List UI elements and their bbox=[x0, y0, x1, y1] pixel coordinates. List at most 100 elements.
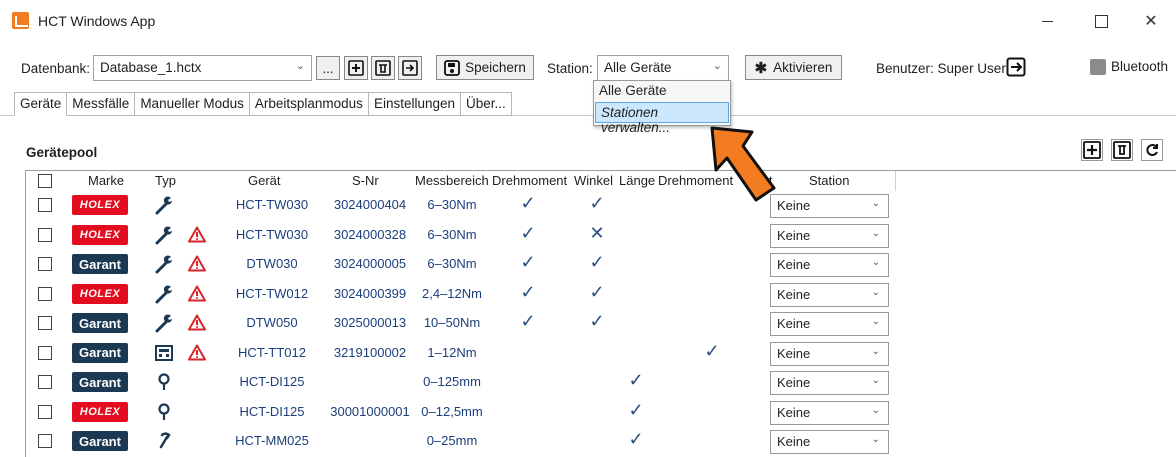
maximize-button[interactable] bbox=[1078, 0, 1124, 42]
check-icon: ✓ bbox=[628, 429, 644, 449]
check-icon: ✓ bbox=[589, 193, 605, 213]
delete-device-button[interactable] bbox=[1111, 139, 1133, 161]
bluetooth-toggle[interactable] bbox=[1090, 59, 1106, 75]
device-name-cell[interactable]: DTW050 bbox=[229, 315, 315, 330]
device-name-cell[interactable]: HCT-TW012 bbox=[229, 286, 315, 301]
column-header-geraet[interactable]: Gerät bbox=[248, 173, 281, 188]
range-cell: 0–25mm bbox=[426, 433, 478, 448]
column-header-winkel[interactable]: Winkel bbox=[574, 173, 613, 188]
station-select[interactable]: Keine ⌄ bbox=[770, 312, 889, 336]
check-icon: ✓ bbox=[520, 252, 536, 272]
add-database-button[interactable] bbox=[344, 56, 368, 80]
window-title: HCT Windows App bbox=[38, 13, 156, 29]
serial-cell: 3025000013 bbox=[333, 315, 407, 330]
table-row[interactable]: HOLEX HCT-TW030 3024000328 6–30Nm ✓ ✕ Keine ⌄ bbox=[26, 221, 1176, 250]
station-select[interactable]: Keine ⌄ bbox=[770, 341, 889, 366]
delete-database-button[interactable] bbox=[371, 56, 395, 80]
device-name-cell[interactable]: HCT-TW030 bbox=[229, 197, 315, 212]
select-all-checkbox[interactable] bbox=[38, 174, 52, 188]
column-header-snr[interactable]: S-Nr bbox=[352, 173, 379, 188]
column-header-messbereich[interactable]: Messbereich bbox=[415, 173, 489, 188]
row-checkbox[interactable] bbox=[38, 375, 52, 389]
close-button[interactable]: ✕ bbox=[1128, 0, 1174, 42]
device-name-cell[interactable]: HCT-MM025 bbox=[229, 433, 315, 448]
check-icon: ✓ bbox=[589, 311, 605, 331]
table-row[interactable]: Garant HCT-TT012 3219100002 1–12Nm ✓ Keine ⌄ bbox=[26, 339, 1176, 368]
cross-icon: ✕ bbox=[589, 222, 605, 243]
station-select[interactable]: Keine ⌄ bbox=[770, 194, 889, 218]
dial-indicator-icon bbox=[154, 402, 174, 422]
table-row[interactable]: HOLEX HCT-TW012 3024000399 2,4–12Nm ✓ ✓ Keine ⌄ bbox=[26, 280, 1176, 309]
row-checkbox[interactable] bbox=[38, 345, 52, 360]
serial-cell: 3024000328 bbox=[333, 226, 407, 242]
browse-label: ... bbox=[322, 60, 334, 76]
station-label: Station: bbox=[547, 61, 593, 76]
table-row[interactable]: Garant DTW050 3025000013 10–50Nm ✓ ✓ Keine ⌄ bbox=[26, 309, 1176, 338]
header-divider bbox=[895, 171, 896, 191]
table-row[interactable]: Garant HCT-MM025 0–25mm ✓ Keine ⌄ bbox=[26, 427, 1176, 456]
station-select[interactable]: Alle Geräte ⌄ bbox=[597, 55, 729, 81]
column-header-typ[interactable]: Typ bbox=[155, 173, 176, 188]
check-icon: ✓ bbox=[520, 311, 536, 331]
tab-ueber[interactable]: Über... bbox=[461, 92, 512, 116]
column-header-station[interactable]: Station bbox=[809, 173, 849, 188]
device-name-cell[interactable]: HCT-DI125 bbox=[229, 404, 315, 419]
check-icon: ✓ bbox=[520, 193, 536, 213]
table-row[interactable]: Garant HCT-DI125 0–125mm ✓ Keine ⌄ bbox=[26, 368, 1176, 397]
station-select[interactable]: Keine ⌄ bbox=[770, 400, 889, 425]
column-header-drehmoment[interactable]: Drehmoment bbox=[492, 173, 567, 188]
check-icon: ✓ bbox=[589, 281, 605, 302]
column-header-laenge[interactable]: Länge bbox=[619, 173, 655, 188]
bluetooth-icon: ✱ bbox=[754, 59, 768, 77]
table-row[interactable]: HOLEX HCT-TW030 3024000404 6–30Nm ✓ ✓ Keine ⌄ bbox=[26, 191, 1176, 220]
row-checkbox[interactable] bbox=[38, 316, 52, 330]
row-checkbox[interactable] bbox=[38, 404, 52, 419]
chevron-down-icon: ⌄ bbox=[871, 345, 880, 357]
save-button[interactable]: Speichern bbox=[436, 55, 534, 80]
device-name-cell[interactable]: HCT-DI125 bbox=[229, 374, 315, 389]
minimize-button[interactable] bbox=[1024, 0, 1070, 42]
station-select[interactable]: Keine ⌄ bbox=[770, 371, 889, 395]
import-button[interactable] bbox=[398, 56, 422, 80]
brand-logo: Garant bbox=[72, 313, 128, 333]
app-logo-icon bbox=[12, 12, 29, 29]
range-cell: 1–12Nm bbox=[427, 344, 477, 360]
station-select[interactable]: Keine ⌄ bbox=[770, 282, 889, 307]
torque-tester-icon bbox=[154, 343, 174, 363]
dropdown-option-alle-geraete[interactable]: Alle Geräte bbox=[594, 81, 730, 101]
row-checkbox[interactable] bbox=[38, 257, 52, 271]
device-name-cell[interactable]: HCT-TT012 bbox=[229, 345, 315, 360]
row-checkbox[interactable] bbox=[38, 286, 52, 301]
tab-geraete[interactable]: Geräte bbox=[14, 92, 68, 116]
logout-icon bbox=[1006, 57, 1026, 77]
row-checkbox[interactable] bbox=[38, 434, 52, 448]
tab-bar: Geräte Messfälle Manueller Modus Arbeits… bbox=[14, 92, 512, 116]
station-select[interactable]: Keine ⌄ bbox=[770, 253, 889, 277]
station-select[interactable]: Keine ⌄ bbox=[770, 430, 889, 454]
device-name-cell[interactable]: HCT-TW030 bbox=[229, 227, 315, 242]
station-value: Keine bbox=[777, 257, 811, 272]
tab-einstellungen[interactable]: Einstellungen bbox=[368, 92, 461, 116]
tab-messfaelle[interactable]: Messfälle bbox=[67, 92, 136, 116]
row-checkbox[interactable] bbox=[38, 227, 52, 242]
tab-arbeitsplanmodus[interactable]: Arbeitsplanmodus bbox=[249, 92, 369, 116]
activate-button[interactable]: ✱ Aktivieren bbox=[745, 55, 842, 80]
save-label: Speichern bbox=[465, 60, 526, 75]
browse-button[interactable]: ... bbox=[316, 56, 340, 80]
refresh-icon bbox=[1146, 144, 1158, 156]
station-value: Keine bbox=[777, 227, 811, 243]
range-cell: 0–12,5mm bbox=[421, 403, 483, 419]
tab-manueller-modus[interactable]: Manueller Modus bbox=[135, 92, 250, 116]
brand-logo: HOLEX bbox=[72, 283, 128, 304]
table-row[interactable]: HOLEX HCT-DI125 30001000001 0–12,5mm ✓ Keine ⌄ bbox=[26, 398, 1176, 427]
logout-button[interactable] bbox=[1006, 57, 1026, 80]
refresh-button[interactable] bbox=[1141, 139, 1163, 161]
database-select[interactable]: Database_1.hctx ⌄ bbox=[93, 55, 312, 81]
row-checkbox[interactable] bbox=[38, 198, 52, 212]
add-device-button[interactable] bbox=[1081, 139, 1103, 161]
column-header-marke[interactable]: Marke bbox=[88, 173, 124, 188]
station-select[interactable]: Keine ⌄ bbox=[770, 223, 889, 248]
table-row[interactable]: Garant DTW030 3024000005 6–30Nm ✓ ✓ Keine ⌄ bbox=[26, 250, 1176, 279]
device-name-cell[interactable]: DTW030 bbox=[229, 256, 315, 271]
chevron-down-icon: ⌄ bbox=[871, 375, 880, 386]
